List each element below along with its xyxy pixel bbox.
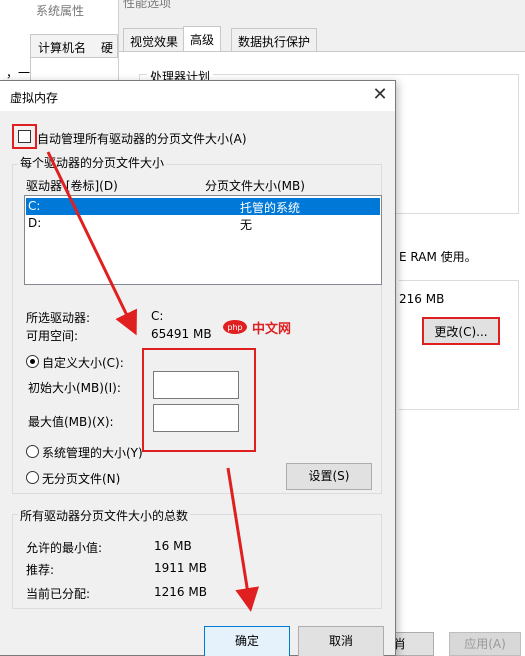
arrow-to-ok <box>226 467 260 612</box>
arrow-to-inputs <box>46 151 137 336</box>
annotation-arrows <box>46 151 260 612</box>
